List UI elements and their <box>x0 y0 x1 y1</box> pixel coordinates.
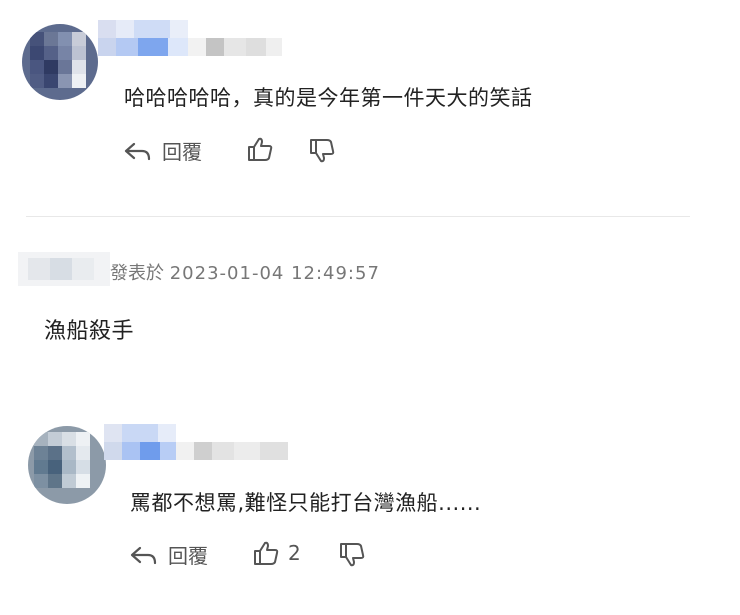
posted-label: 發表於 <box>110 263 164 284</box>
reply-button[interactable]: 回覆 <box>128 540 208 569</box>
comment-divider <box>26 216 690 217</box>
username-redacted[interactable] <box>98 20 282 56</box>
comment-text: 漁船殺手 <box>44 319 135 344</box>
reply-button[interactable]: 回覆 <box>122 136 202 165</box>
like-button[interactable]: 2 <box>252 540 301 566</box>
thumbs-up-icon <box>254 541 279 565</box>
thumbs-down-icon <box>310 139 335 163</box>
username-redacted[interactable] <box>18 252 110 286</box>
thumbs-up-icon <box>248 137 273 161</box>
post-meta: 發表於 2023-01-04 12:49:57 <box>110 259 380 285</box>
comment-text: 哈哈哈哈哈，真的是今年第一件天大的笑話 <box>124 86 533 110</box>
like-count: 2 <box>288 541 301 565</box>
reply-arrow-icon <box>124 142 151 160</box>
avatar[interactable] <box>22 24 98 100</box>
comment-text: 罵都不想罵,難怪只能打台灣漁船...... <box>130 491 482 515</box>
reply-label: 回覆 <box>168 544 208 568</box>
timestamp: 2023-01-04 12:49:57 <box>169 263 380 284</box>
like-button[interactable] <box>246 136 274 162</box>
reply-label: 回覆 <box>162 140 202 164</box>
reply-arrow-icon <box>130 546 157 564</box>
dislike-button[interactable] <box>338 542 366 568</box>
thumbs-down-icon <box>340 543 365 567</box>
avatar[interactable] <box>28 426 106 504</box>
username-redacted[interactable] <box>104 424 288 460</box>
dislike-button[interactable] <box>308 138 336 164</box>
